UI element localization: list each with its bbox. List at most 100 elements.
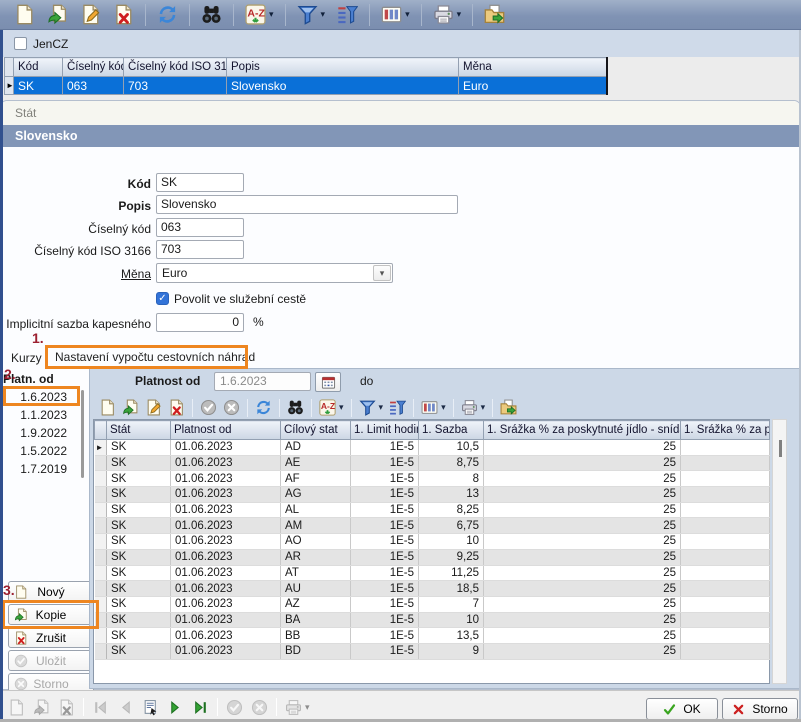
rates-cell[interactable]: 1E-5 xyxy=(351,487,419,503)
rates-cell[interactable]: AT xyxy=(281,565,351,581)
first-record-button[interactable] xyxy=(88,694,113,720)
rates-cell[interactable]: 25 xyxy=(484,565,681,581)
kod-input[interactable]: SK xyxy=(156,173,244,192)
rates-cell[interactable]: AU xyxy=(281,581,351,597)
rates-cell[interactable]: 1E-5 xyxy=(351,518,419,534)
rates-cell[interactable]: 25 xyxy=(484,643,681,659)
rates-cell[interactable]: 01.06.2023 xyxy=(171,518,281,534)
print-button[interactable]: ▾ xyxy=(281,694,314,720)
rates-cell[interactable]: SK xyxy=(107,518,171,534)
rates-cell[interactable]: 01.06.2023 xyxy=(171,565,281,581)
date-item[interactable]: 1.7.2019 xyxy=(1,460,79,478)
rates-cell[interactable]: 01.06.2023 xyxy=(171,487,281,503)
columns-button[interactable]: ▾ xyxy=(375,2,416,28)
tab-nastaveni[interactable]: Nastavení vypočtu cestovních náhrad xyxy=(55,350,255,364)
rates-cell[interactable]: AO xyxy=(281,534,351,550)
date-item[interactable]: 1.9.2022 xyxy=(1,424,79,442)
rates-cell[interactable]: 25 xyxy=(484,596,681,612)
cell-kod[interactable]: SK xyxy=(14,77,63,95)
tab-kurzy[interactable]: Kurzy xyxy=(11,351,42,365)
rates-cell[interactable]: AF xyxy=(281,471,351,487)
rates-cell[interactable]: 9,25 xyxy=(419,549,484,565)
rates-cell[interactable]: 1E-5 xyxy=(351,596,419,612)
rates-cell[interactable]: 01.06.2023 xyxy=(171,440,281,456)
col-popis[interactable]: Popis xyxy=(227,58,459,77)
rates-cell[interactable]: SK xyxy=(107,534,171,550)
rates-cell[interactable]: AM xyxy=(281,518,351,534)
rates-scrollbar[interactable] xyxy=(772,419,787,684)
rates-cell[interactable] xyxy=(681,565,770,581)
rates-cell[interactable]: 25 xyxy=(484,471,681,487)
nový-button[interactable]: Nový xyxy=(8,581,94,602)
rates-cell[interactable]: 1E-5 xyxy=(351,581,419,597)
rates-cell[interactable]: SK xyxy=(107,612,171,628)
col-cilovy-stat[interactable]: Cílový stat xyxy=(281,421,351,440)
rates-cell[interactable]: 25 xyxy=(484,487,681,503)
rates-cell[interactable]: 1E-5 xyxy=(351,612,419,628)
rates-cell[interactable]: AG xyxy=(281,487,351,503)
uložit-button[interactable]: Uložit xyxy=(8,650,94,671)
rates-row[interactable]: SK01.06.2023AT1E-511,2525 xyxy=(95,565,770,581)
rates-cell[interactable]: 13 xyxy=(419,487,484,503)
rates-cell[interactable] xyxy=(681,612,770,628)
kopie-button[interactable]: Kopie xyxy=(8,604,94,625)
rates-cell[interactable]: BB xyxy=(281,628,351,644)
mena-dropdown-button[interactable]: ▾ xyxy=(373,265,391,281)
last-record-button[interactable] xyxy=(188,694,213,720)
scrollbar-thumb[interactable] xyxy=(779,440,782,457)
col-srazka-snidane[interactable]: 1. Srážka % za poskytnuté jídlo - snídan… xyxy=(484,421,681,440)
kapesne-input[interactable]: 0 xyxy=(156,313,244,332)
rates-cell[interactable] xyxy=(681,471,770,487)
mena-label[interactable]: Měna xyxy=(1,265,151,284)
calendar-button[interactable] xyxy=(315,372,341,392)
new-button[interactable] xyxy=(8,2,41,28)
filter-button[interactable]: ▾ xyxy=(356,397,387,419)
rates-row[interactable]: ►SK01.06.2023AD1E-510,525 xyxy=(95,440,770,456)
dropdown-arrow[interactable]: ▾ xyxy=(457,9,462,20)
rates-cell[interactable] xyxy=(681,487,770,503)
export-button[interactable] xyxy=(497,397,520,419)
delete-button[interactable] xyxy=(54,694,79,720)
rates-cell[interactable]: 25 xyxy=(484,628,681,644)
refresh-button[interactable] xyxy=(151,2,184,28)
rates-row[interactable]: SK01.06.2023BA1E-51025 xyxy=(95,612,770,628)
search-button[interactable] xyxy=(195,2,228,28)
rates-cell[interactable]: 1E-5 xyxy=(351,455,419,471)
rates-cell[interactable]: 1E-5 xyxy=(351,549,419,565)
rates-cell[interactable]: AZ xyxy=(281,596,351,612)
rates-cell[interactable] xyxy=(681,502,770,518)
rates-cell[interactable] xyxy=(681,534,770,550)
rates-cell[interactable]: 25 xyxy=(484,612,681,628)
rates-cell[interactable]: 11,25 xyxy=(419,565,484,581)
rates-cell[interactable]: AL xyxy=(281,502,351,518)
new-button[interactable] xyxy=(4,694,29,720)
select-record-button[interactable] xyxy=(138,694,163,720)
confirm-button[interactable] xyxy=(222,694,247,720)
dropdown-arrow[interactable]: ▾ xyxy=(339,402,344,413)
columns-button[interactable]: ▾ xyxy=(418,397,449,419)
rates-cell[interactable]: 13,5 xyxy=(419,628,484,644)
sort-button[interactable]: ▾ xyxy=(316,397,347,419)
jencz-checkbox[interactable] xyxy=(14,37,27,50)
popis-input[interactable]: Slovensko xyxy=(156,195,458,214)
rates-cell[interactable]: BD xyxy=(281,643,351,659)
rates-cell[interactable]: SK xyxy=(107,502,171,518)
dropdown-arrow[interactable]: ▾ xyxy=(405,9,410,20)
rates-row[interactable]: SK01.06.2023AG1E-51325 xyxy=(95,487,770,503)
rates-row[interactable]: SK01.06.2023AZ1E-5725 xyxy=(95,596,770,612)
rates-cell[interactable]: SK xyxy=(107,549,171,565)
rates-cell[interactable]: SK xyxy=(107,471,171,487)
cell-iso[interactable]: 703 xyxy=(124,77,227,95)
rates-cell[interactable]: 25 xyxy=(484,534,681,550)
rates-cell[interactable] xyxy=(681,596,770,612)
rates-cell[interactable]: 1E-5 xyxy=(351,643,419,659)
rates-cell[interactable]: SK xyxy=(107,628,171,644)
rates-row[interactable]: SK01.06.2023AM1E-56,7525 xyxy=(95,518,770,534)
rates-cell[interactable]: SK xyxy=(107,487,171,503)
rates-cell[interactable]: 9 xyxy=(419,643,484,659)
print-button[interactable]: ▾ xyxy=(458,397,489,419)
rates-cell[interactable]: 10 xyxy=(419,612,484,628)
rates-cell[interactable]: 01.06.2023 xyxy=(171,455,281,471)
export-button[interactable] xyxy=(478,2,511,28)
ciselny-kod-input[interactable]: 063 xyxy=(156,218,244,237)
